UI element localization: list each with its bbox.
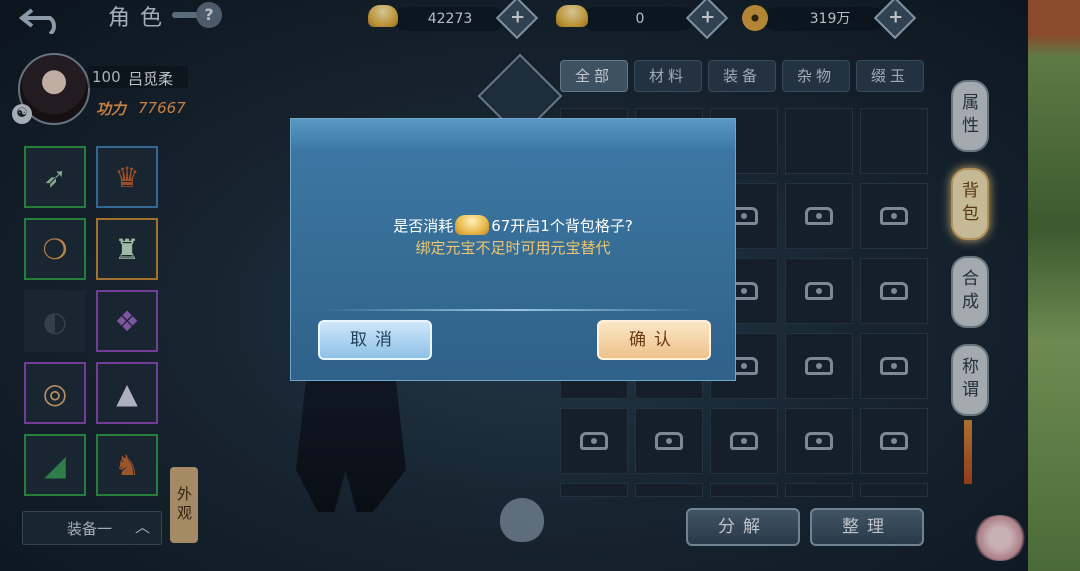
- message-suffix: 开启1个背包格子?: [510, 217, 633, 235]
- bound-ingot-icon: [455, 215, 490, 235]
- message-amount: 67: [491, 217, 511, 235]
- confirm-button[interactable]: 确认: [597, 320, 711, 360]
- cancel-button[interactable]: 取消: [318, 320, 432, 360]
- message-prefix: 是否消耗: [393, 217, 454, 235]
- dialog-message: 是否消耗 67开启1个背包格子?: [291, 215, 735, 236]
- dialog-divider: [321, 309, 705, 311]
- dialog-header: [291, 119, 735, 149]
- dialog-note: 绑定元宝不足时可用元宝替代: [415, 239, 611, 257]
- confirm-dialog: 是否消耗 67开启1个背包格子? 绑定元宝不足时可用元宝替代 取消 确认: [290, 118, 736, 381]
- background-scenery: [1028, 0, 1080, 571]
